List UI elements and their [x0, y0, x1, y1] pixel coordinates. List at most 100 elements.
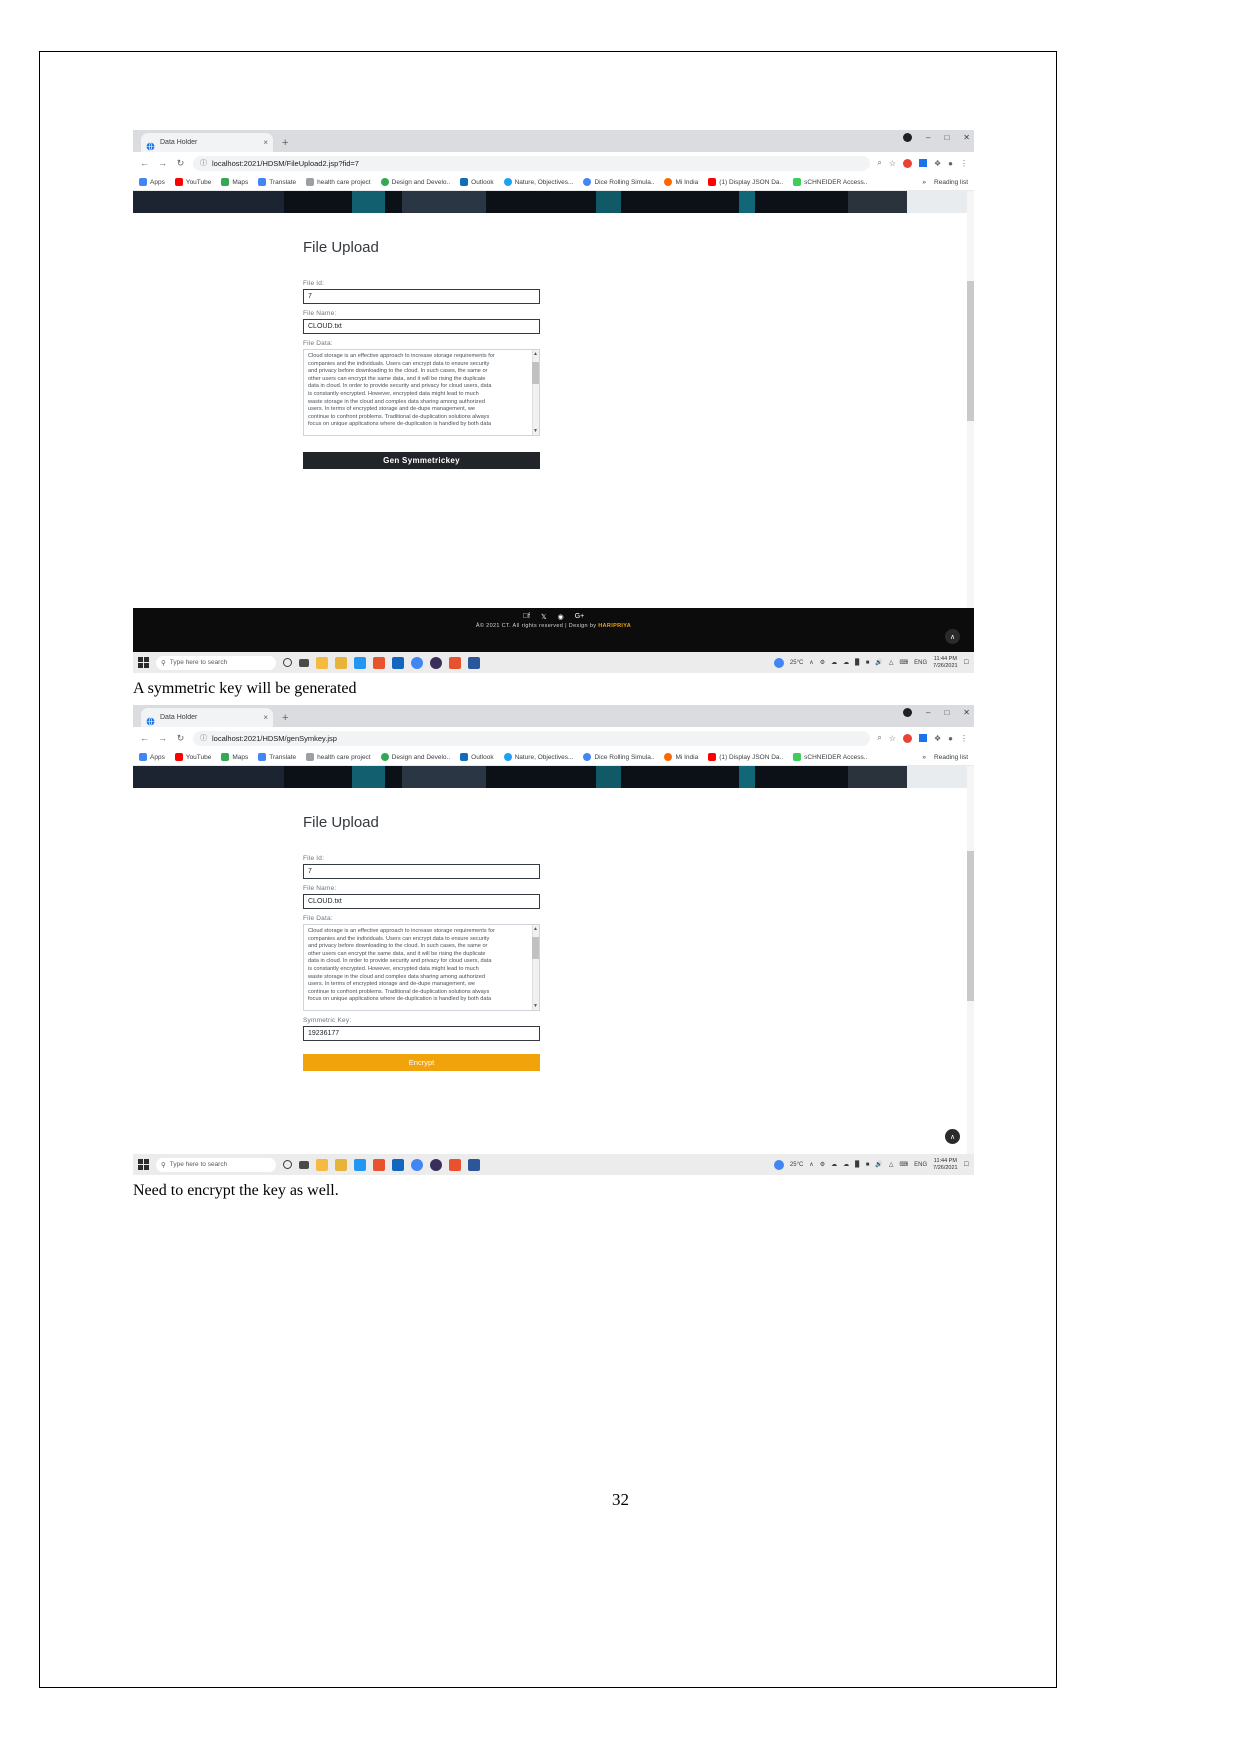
browser-tab-1[interactable]: Data Holder ×: [141, 133, 273, 152]
wifi-icon[interactable]: △: [889, 1161, 894, 1168]
onedrive-icon[interactable]: ☁: [843, 659, 849, 666]
bookmark-item[interactable]: Outlook: [460, 178, 494, 186]
taskbar-search-input[interactable]: ⚲ Type here to search: [156, 655, 276, 670]
settings-gear-icon[interactable]: ⚙: [820, 659, 825, 666]
word-icon[interactable]: [468, 656, 480, 669]
cortana-icon[interactable]: [283, 1160, 292, 1169]
textarea-scrollbar[interactable]: ▲ ▼: [532, 350, 539, 435]
dribbble-icon[interactable]: ◉: [558, 613, 564, 621]
notification-icon[interactable]: ☐: [964, 659, 969, 666]
photos-icon[interactable]: [354, 656, 366, 669]
scroll-down-icon[interactable]: ▼: [532, 427, 539, 435]
page-scrollbar-1[interactable]: [967, 191, 974, 608]
bookmark-item[interactable]: (1) Display JSON Da..: [708, 178, 783, 186]
bookmark-star-icon[interactable]: ☆: [889, 159, 896, 168]
site-info-icon[interactable]: ⓘ: [200, 733, 207, 743]
facebook-icon[interactable]: f: [523, 613, 530, 621]
back-button[interactable]: ←: [139, 158, 150, 168]
weather-temperature[interactable]: 25°C: [790, 660, 803, 666]
textarea-scroll-thumb[interactable]: [532, 362, 539, 384]
language-indicator[interactable]: ENG: [914, 1162, 927, 1168]
windows-start-icon[interactable]: [138, 657, 149, 668]
meet-icon[interactable]: [773, 657, 784, 668]
google-plus-icon[interactable]: G+: [575, 613, 585, 621]
maximize-button[interactable]: □: [944, 708, 949, 717]
bookmark-item[interactable]: sCHNEIDER Access..: [793, 753, 867, 761]
file-name-input[interactable]: CLOUD.txt: [303, 319, 540, 334]
language-indicator[interactable]: ENG: [914, 660, 927, 666]
file-data-textarea[interactable]: Cloud storage is an effective approach t…: [303, 924, 540, 1011]
file-id-input[interactable]: 7: [303, 289, 540, 304]
tab-close-icon[interactable]: ×: [263, 713, 268, 722]
taskbar-clock[interactable]: 11:44 PM 7/26/2021: [933, 656, 957, 670]
back-button[interactable]: ←: [139, 733, 150, 743]
forward-button[interactable]: →: [157, 733, 168, 743]
bookmark-item[interactable]: Mi India: [664, 753, 698, 761]
wifi-icon[interactable]: △: [889, 659, 894, 666]
close-window-button[interactable]: ✕: [963, 133, 970, 142]
mail-icon[interactable]: [392, 656, 404, 669]
address-bar-2[interactable]: ⓘ localhost:2021/HDSM/genSymkey.jsp: [193, 730, 871, 746]
bookmark-item[interactable]: Nature, Objectives...: [503, 178, 573, 186]
bookmark-item[interactable]: Design and Develo..: [380, 753, 450, 761]
keyboard-icon[interactable]: ⌨: [899, 1161, 908, 1168]
store-icon[interactable]: [335, 656, 347, 669]
battery-icon[interactable]: ■: [866, 660, 870, 666]
reading-list-button[interactable]: Reading list: [934, 754, 968, 761]
close-window-button[interactable]: ✕: [963, 708, 970, 717]
bookmark-item[interactable]: YouTube: [174, 753, 211, 761]
bookmark-item[interactable]: Mi India: [664, 178, 698, 186]
office-icon[interactable]: [373, 1158, 385, 1171]
file-explorer-icon[interactable]: [316, 1158, 328, 1171]
twitter-icon[interactable]: 𝕏: [541, 613, 547, 621]
chrome-icon[interactable]: [411, 656, 423, 669]
browser-menu-icon[interactable]: ⋮: [960, 734, 968, 743]
bookmark-item[interactable]: Maps: [221, 178, 248, 186]
profile-avatar-icon[interactable]: ●: [948, 734, 953, 743]
bookmark-star-icon[interactable]: ☆: [889, 734, 896, 743]
taskbar-search-input[interactable]: ⚲ Type here to search: [156, 1157, 276, 1172]
meet-icon[interactable]: [773, 1159, 784, 1170]
zoom-icon[interactable]: ⌕: [877, 158, 881, 168]
profile-dot-icon[interactable]: [903, 133, 912, 142]
scroll-down-icon[interactable]: ▼: [532, 1002, 539, 1010]
network-icon[interactable]: ▉: [855, 659, 860, 666]
encrypt-button[interactable]: Encrypt: [303, 1054, 974, 1071]
word-icon[interactable]: [468, 1158, 480, 1171]
new-tab-button[interactable]: +: [282, 713, 288, 727]
cloud-icon[interactable]: ☁: [831, 1161, 837, 1168]
opera-icon[interactable]: [430, 1158, 442, 1171]
extension-icon[interactable]: [918, 159, 927, 167]
minimize-button[interactable]: –: [926, 708, 930, 717]
bookmark-item[interactable]: Design and Develo..: [380, 178, 450, 186]
profile-avatar-icon[interactable]: ●: [948, 159, 953, 168]
file-data-textarea[interactable]: Cloud storage is an effective approach t…: [303, 349, 540, 436]
bookmark-item[interactable]: Outlook: [460, 753, 494, 761]
minimize-button[interactable]: –: [926, 133, 930, 142]
opera-icon[interactable]: [430, 656, 442, 669]
office-icon[interactable]: [373, 656, 385, 669]
symmetric-key-input[interactable]: 19236177: [303, 1026, 540, 1041]
new-tab-button[interactable]: +: [282, 138, 288, 152]
profile-dot-icon[interactable]: [903, 708, 912, 717]
tab-close-icon[interactable]: ×: [263, 138, 268, 147]
back-to-top-button[interactable]: ∧: [945, 1129, 960, 1144]
browser-menu-icon[interactable]: ⋮: [960, 159, 968, 168]
page-scroll-thumb[interactable]: [967, 851, 974, 1001]
task-view-icon[interactable]: [299, 658, 309, 667]
extension-icon[interactable]: [918, 734, 927, 742]
windows-start-icon[interactable]: [138, 1159, 149, 1170]
cortana-icon[interactable]: [283, 658, 292, 667]
notification-icon[interactable]: ☐: [964, 1161, 969, 1168]
volume-icon[interactable]: 🔊: [875, 659, 882, 666]
bookmark-item[interactable]: Dice Rolling Simula..: [583, 178, 654, 186]
bookmarks-overflow-button[interactable]: »: [922, 754, 926, 761]
reading-list-button[interactable]: Reading list: [934, 179, 968, 186]
opera-extension-icon[interactable]: [902, 158, 912, 168]
file-id-input[interactable]: 7: [303, 864, 540, 879]
bookmark-item[interactable]: Dice Rolling Simula..: [583, 753, 654, 761]
photos-icon[interactable]: [354, 1158, 366, 1171]
address-bar-1[interactable]: ⓘ localhost:2021/HDSM/FileUpload2.jsp?fi…: [193, 155, 871, 171]
show-hidden-icons[interactable]: ∧: [809, 659, 813, 666]
keyboard-icon[interactable]: ⌨: [899, 659, 908, 666]
